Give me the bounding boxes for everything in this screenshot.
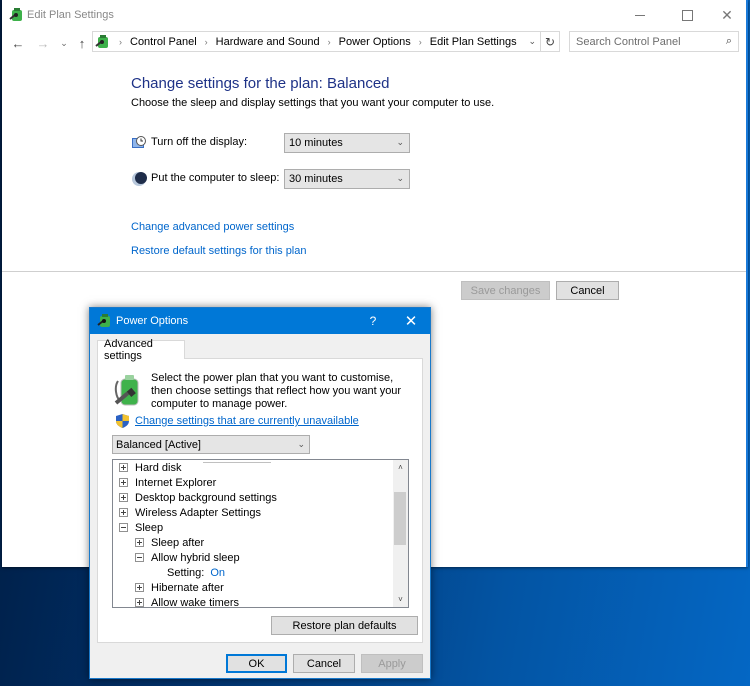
ok-button[interactable]: OK xyxy=(226,654,287,673)
restore-plan-defaults-button[interactable]: Restore plan defaults xyxy=(271,616,418,635)
minimize-button[interactable] xyxy=(617,0,663,30)
sleep-timeout-value: 30 minutes xyxy=(289,173,343,185)
chevron-down-icon: ⌄ xyxy=(396,137,404,147)
forward-button[interactable]: → xyxy=(34,33,52,53)
tree-item-label: Allow hybrid sleep xyxy=(151,551,240,564)
power-options-icon xyxy=(97,314,110,327)
tree-item-hard-disk[interactable]: Hard disk xyxy=(119,460,181,475)
search-placeholder: Search Control Panel xyxy=(576,35,681,48)
dialog-cancel-button[interactable]: Cancel xyxy=(293,654,355,673)
chevron-down-icon: ⌄ xyxy=(396,173,404,183)
address-bar[interactable]: › Control Panel › Hardware and Sound › P… xyxy=(92,31,541,52)
sleep-setting-label: Put the computer to sleep: xyxy=(151,172,280,184)
tree-item-allow-wake-timers[interactable]: Allow wake timers xyxy=(135,595,240,608)
tree-top-line xyxy=(203,462,271,463)
monitor-clock-icon xyxy=(132,136,146,148)
change-unavailable-settings-link[interactable]: Change settings that are currently unava… xyxy=(135,415,359,427)
expand-icon[interactable] xyxy=(119,508,128,517)
tree-item-sleep[interactable]: Sleep xyxy=(119,520,163,535)
expand-icon[interactable] xyxy=(119,478,128,487)
tree-item-label: Internet Explorer xyxy=(135,476,217,489)
apply-button[interactable]: Apply xyxy=(361,654,423,673)
tree-item-hybrid-sleep-setting[interactable]: Setting: On xyxy=(167,565,225,580)
expand-icon[interactable] xyxy=(119,493,128,502)
expand-icon[interactable] xyxy=(135,583,144,592)
power-options-icon xyxy=(9,8,22,21)
collapse-icon[interactable] xyxy=(135,553,144,562)
tree-item-label: Hibernate after xyxy=(151,581,224,594)
tree-item-hibernate-after[interactable]: Hibernate after xyxy=(135,580,224,595)
advanced-settings-panel: Select the power plan that you want to c… xyxy=(97,358,423,643)
display-setting-label: Turn off the display: xyxy=(151,136,247,148)
scroll-up-icon[interactable]: ˄ xyxy=(393,460,408,475)
window-title: Edit Plan Settings xyxy=(27,9,114,21)
scroll-thumb[interactable] xyxy=(394,492,406,545)
navigation-bar: ← → ⌄ ↑ › Control Panel › Hardware and S… xyxy=(2,30,746,56)
title-bar: Edit Plan Settings ✕ xyxy=(2,0,746,30)
change-advanced-power-settings-link[interactable]: Change advanced power settings xyxy=(131,221,294,233)
uac-shield-icon xyxy=(116,414,129,428)
chevron-down-icon: ⌄ xyxy=(297,439,305,449)
page-title: Change settings for the plan: Balanced xyxy=(131,75,390,92)
tree-item-allow-hybrid-sleep[interactable]: Allow hybrid sleep xyxy=(135,550,240,565)
search-icon[interactable]: ⌕ xyxy=(726,35,732,48)
breadcrumb-separator: › xyxy=(119,36,122,47)
display-timeout-select[interactable]: 10 minutes ⌄ xyxy=(284,133,410,153)
dialog-title: Power Options xyxy=(116,315,189,327)
battery-plug-icon xyxy=(114,375,139,406)
scroll-down-icon[interactable]: ˅ xyxy=(393,592,408,607)
tree-scrollbar[interactable]: ˄ ˅ xyxy=(393,460,408,607)
tree-item-sleep-after[interactable]: Sleep after xyxy=(135,535,204,550)
breadcrumb-separator[interactable]: › xyxy=(419,37,422,47)
cancel-button[interactable]: Cancel xyxy=(556,281,619,300)
expand-icon[interactable] xyxy=(119,463,128,472)
help-button[interactable]: ? xyxy=(360,308,386,334)
tree-item-label: Sleep after xyxy=(151,536,205,549)
tab-advanced-settings[interactable]: Advanced settings xyxy=(97,338,185,362)
tree-item-label: Desktop background settings xyxy=(135,491,277,504)
dialog-close-button[interactable]: ✕ xyxy=(396,308,426,334)
expand-icon[interactable] xyxy=(135,598,144,607)
chevron-down-icon[interactable]: ⌄ xyxy=(528,36,536,47)
sleep-timeout-select[interactable]: 30 minutes ⌄ xyxy=(284,169,410,189)
expand-icon[interactable] xyxy=(135,538,144,547)
save-changes-button[interactable]: Save changes xyxy=(461,281,550,300)
up-button[interactable]: ↑ xyxy=(73,33,91,53)
breadcrumb-hardware-and-sound[interactable]: Hardware and Sound xyxy=(216,36,320,48)
collapse-icon[interactable] xyxy=(119,523,128,532)
recent-locations-button[interactable]: ⌄ xyxy=(55,33,73,53)
power-options-icon xyxy=(95,34,108,48)
back-button[interactable]: ← xyxy=(9,33,27,53)
breadcrumb-edit-plan-settings[interactable]: Edit Plan Settings xyxy=(430,36,517,48)
breadcrumb-separator[interactable]: › xyxy=(205,37,208,47)
breadcrumb-power-options[interactable]: Power Options xyxy=(339,36,411,48)
tree-item-label: Allow wake timers xyxy=(151,596,240,608)
breadcrumb-separator[interactable]: › xyxy=(328,37,331,47)
setting-value[interactable]: On xyxy=(210,567,225,579)
display-setting-row: Turn off the display: 10 minutes ⌄ xyxy=(131,133,431,153)
setting-label: Setting: xyxy=(167,566,205,579)
power-options-dialog: Power Options ? ✕ Advanced settings Sele… xyxy=(89,307,431,679)
tree-item-wireless-adapter[interactable]: Wireless Adapter Settings xyxy=(119,505,261,520)
intro-text: Select the power plan that you want to c… xyxy=(151,372,402,410)
tree-item-internet-explorer[interactable]: Internet Explorer xyxy=(119,475,216,490)
display-timeout-value: 10 minutes xyxy=(289,137,343,149)
search-input[interactable]: Search Control Panel ⌕ xyxy=(569,31,739,52)
settings-tree[interactable]: Hard disk Internet Explorer Desktop back… xyxy=(112,459,409,608)
tree-item-label: Sleep xyxy=(135,521,164,534)
breadcrumb-control-panel[interactable]: Control Panel xyxy=(130,36,197,48)
restore-default-settings-link[interactable]: Restore default settings for this plan xyxy=(131,245,306,257)
refresh-button[interactable]: ↻ xyxy=(541,31,560,52)
power-plan-select[interactable]: Balanced [Active] ⌄ xyxy=(112,435,310,454)
divider xyxy=(2,271,746,272)
tree-item-desktop-background[interactable]: Desktop background settings xyxy=(119,490,277,505)
moon-icon xyxy=(132,172,147,186)
dialog-title-bar: Power Options ? ✕ xyxy=(90,308,430,334)
sleep-setting-row: Put the computer to sleep: 30 minutes ⌄ xyxy=(131,169,431,189)
page-subtitle: Choose the sleep and display settings th… xyxy=(131,97,495,109)
tree-item-label: Hard disk xyxy=(135,461,182,474)
tree-item-label: Wireless Adapter Settings xyxy=(135,506,261,519)
power-plan-value: Balanced [Active] xyxy=(116,438,201,451)
close-button[interactable]: ✕ xyxy=(704,0,750,30)
